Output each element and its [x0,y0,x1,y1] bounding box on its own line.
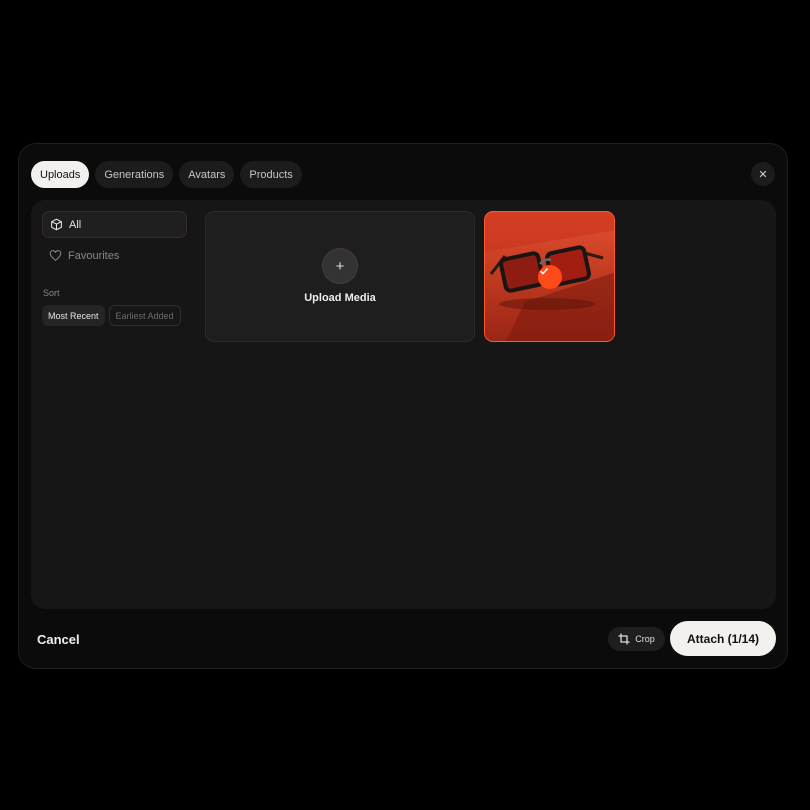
plus-icon: + [322,248,358,284]
upload-media-label: Upload Media [304,292,376,304]
cancel-button[interactable]: Cancel [37,632,80,647]
sidebar-item-favourites[interactable]: Favourites [42,242,187,269]
source-tabs: Uploads Generations Avatars Products [31,161,302,188]
sidebar-item-label: All [69,218,82,231]
sort-earliest-added[interactable]: Earliest Added [108,305,181,326]
cube-icon [51,218,62,231]
selected-check-icon [538,265,562,289]
crop-label: Crop [635,634,655,644]
sort-options: Most Recent Earliest Added [42,305,187,326]
tab-uploads[interactable]: Uploads [31,161,90,188]
media-panel: All Favourites Sort Most Recent Earliest… [31,200,776,609]
tab-products[interactable]: Products [240,161,302,188]
heart-icon [49,250,62,262]
filter-sidebar: All Favourites Sort Most Recent Earliest… [42,211,187,326]
attach-button[interactable]: Attach (1/14) [670,621,776,656]
media-thumbnail[interactable] [484,211,615,342]
tab-generations[interactable]: Generations [95,161,174,188]
close-icon: ✕ [758,168,768,181]
crop-button[interactable]: Crop [608,627,665,651]
sidebar-item-all[interactable]: All [42,211,187,238]
close-button[interactable]: ✕ [751,162,775,186]
media-picker-modal: Uploads Generations Avatars Products ✕ A… [18,143,788,669]
tab-avatars[interactable]: Avatars [179,161,235,188]
crop-icon [618,633,630,645]
sidebar-item-label: Favourites [68,249,120,262]
upload-media-card[interactable]: + Upload Media [205,211,475,342]
sort-label: Sort [43,288,60,298]
sort-most-recent[interactable]: Most Recent [42,305,105,326]
